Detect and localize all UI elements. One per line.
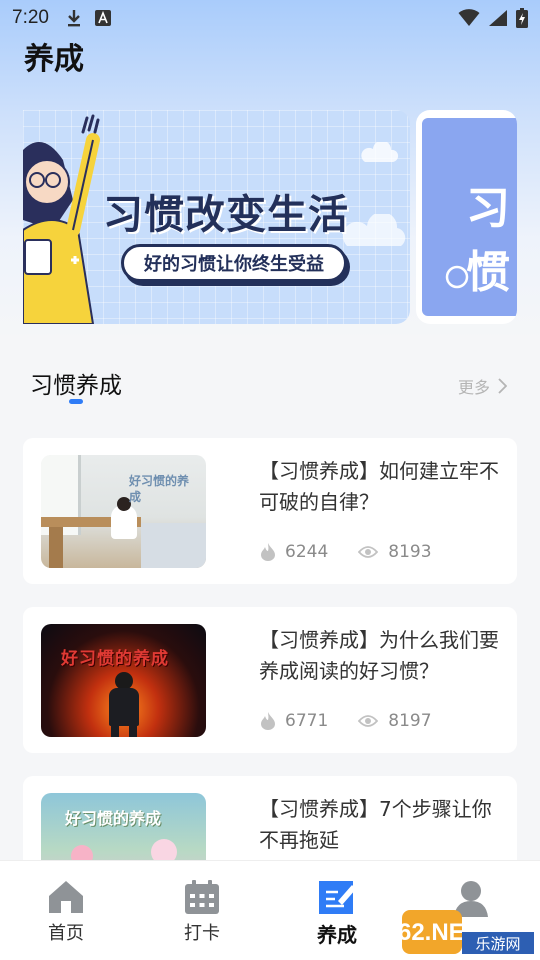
signal-icon [489, 10, 507, 26]
eye-icon [358, 715, 379, 727]
article-thumbnail-text: 好习惯的养成 [65, 809, 162, 828]
section-title-indicator [69, 399, 83, 404]
banner-slide-next-image: 习惯 [422, 118, 517, 316]
section-title: 习惯养成 [30, 373, 122, 399]
eye-icon [358, 546, 379, 558]
banner-tagline: 好的习惯让你终生受益 [121, 244, 347, 282]
edit-icon [319, 881, 356, 914]
more-link-label: 更多 [458, 378, 491, 397]
download-icon [67, 10, 80, 27]
nav-item-checkin[interactable]: 打卡 [157, 879, 247, 945]
keyboard-a-icon [94, 10, 111, 26]
calendar-icon [185, 880, 219, 914]
article-thumbnail-text: 好习惯的养成 [129, 474, 190, 504]
status-bar: 7:20 [0, 0, 540, 36]
flame-icon [261, 543, 275, 561]
article-title: 【习惯养成】7个步骤让你不再拖延 [259, 797, 492, 852]
cloud-icon [342, 214, 406, 246]
article-title: 【习惯养成】如何建立牢不可破的自律？ [259, 459, 499, 514]
banner-carousel[interactable]: 习惯改变生活 好的习惯让你终生受益 习惯 [23, 110, 517, 326]
nav-label: 首页 [48, 923, 84, 944]
battery-charging-icon [516, 8, 528, 28]
article-card[interactable]: 好习惯的养成 【习惯养成】如何建立牢不可破的自律？ 6244 8193 [23, 438, 517, 584]
banner-headline: 习惯改变生活 [103, 192, 349, 238]
banner-slide-next[interactable]: 习惯 [416, 110, 517, 324]
banner-slide[interactable]: 习惯改变生活 好的习惯让你终生受益 [23, 110, 410, 324]
watermark-subtext: 乐游网 [475, 935, 520, 953]
nav-item-cultivate[interactable]: 养成 [292, 879, 382, 948]
likes-stat: 6244 [261, 542, 328, 562]
likes-count: 6771 [285, 711, 329, 731]
views-stat: 8197 [358, 711, 432, 731]
article-card[interactable]: 好习惯的养成 【习惯养成】为什么我们要养成阅读的好习惯？ 6771 8197 [23, 607, 517, 753]
watermark: 962.NET 乐游网 [385, 908, 536, 956]
article-title: 【习惯养成】为什么我们要养成阅读的好习惯？ [259, 628, 499, 683]
flame-icon [261, 712, 275, 730]
nav-item-home[interactable]: 首页 [21, 879, 111, 945]
views-count: 8193 [388, 542, 432, 562]
banner-side-text: 习惯 [466, 183, 510, 298]
article-thumbnail: 好习惯的养成 [41, 455, 206, 568]
chevron-right-icon [498, 378, 508, 394]
circle-decoration-icon [445, 265, 469, 289]
nav-label: 打卡 [184, 923, 220, 944]
article-thumbnail-text: 好习惯的养成 [61, 649, 169, 669]
likes-stat: 6771 [261, 711, 328, 731]
nav-label: 养成 [317, 923, 357, 947]
article-stats: 6244 8193 [261, 542, 432, 562]
article-stats: 6771 8197 [261, 711, 432, 731]
article-thumbnail: 好习惯的养成 [41, 624, 206, 737]
cloud-icon [361, 142, 399, 162]
views-stat: 8193 [358, 542, 432, 562]
views-count: 8197 [388, 711, 432, 731]
more-link[interactable]: 更多 [458, 374, 508, 398]
likes-count: 6244 [285, 542, 329, 562]
status-time: 7:20 [12, 7, 49, 28]
wifi-icon [458, 9, 480, 26]
home-icon [49, 881, 83, 913]
page-title: 养成 [24, 42, 84, 77]
